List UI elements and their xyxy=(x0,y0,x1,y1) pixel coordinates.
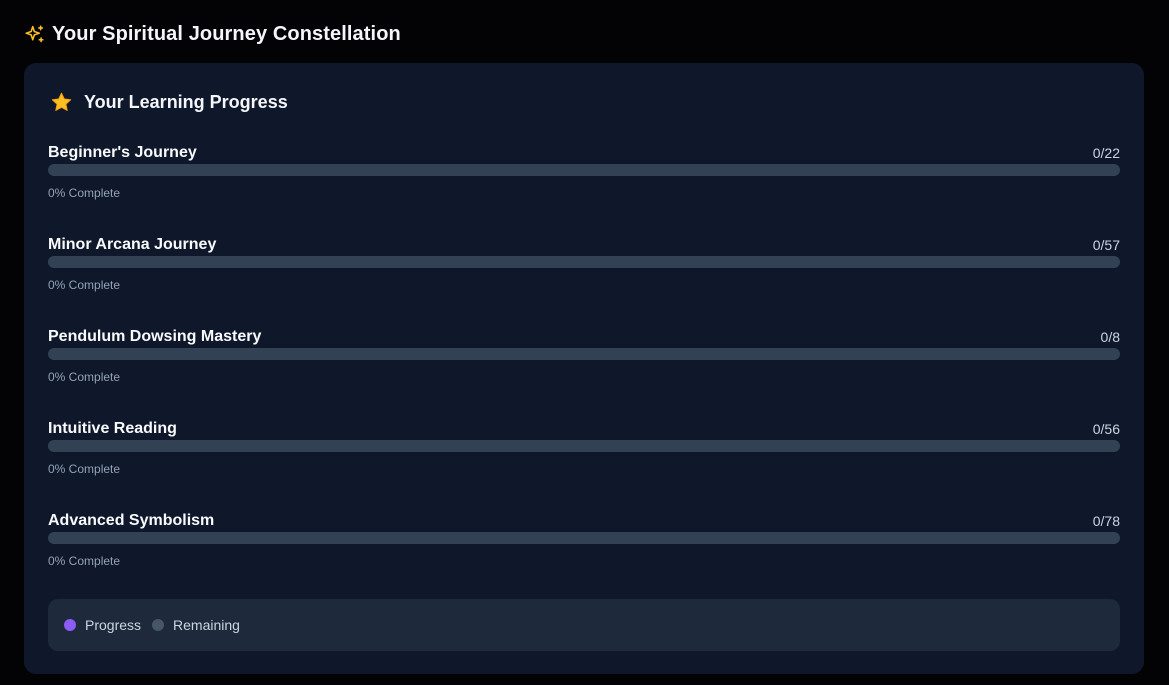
legend-label: Remaining xyxy=(173,617,240,633)
remaining-dot-icon xyxy=(152,619,165,631)
track-minor-arcana-journey: Minor Arcana Journey 0/57 0% Complete xyxy=(48,236,1120,304)
legend-label: Progress xyxy=(85,617,142,633)
track-name: Beginner's Journey xyxy=(48,144,197,161)
progress-dot-icon xyxy=(64,619,76,631)
progress-bar xyxy=(48,348,1120,360)
panel-title: Your Learning Progress xyxy=(84,91,288,112)
track-count: 0/8 xyxy=(1100,329,1120,345)
percent-complete-label: 0% Complete xyxy=(48,186,121,200)
track-count: 0/78 xyxy=(1092,513,1120,529)
page-title: Your Spiritual Journey Constellation xyxy=(52,22,401,45)
track-pendulum-dowsing-mastery: Pendulum Dowsing Mastery 0/8 0% Complete xyxy=(48,328,1120,396)
legend-item-remaining: Remaining xyxy=(152,617,240,633)
legend-item-progress: Progress xyxy=(64,617,141,633)
track-beginners-journey: Beginner's Journey 0/22 0% Complete xyxy=(48,144,1120,212)
track-name: Pendulum Dowsing Mastery xyxy=(48,328,262,345)
sparkle-icon xyxy=(25,24,44,42)
track-name: Intuitive Reading xyxy=(48,420,177,437)
track-count: 0/57 xyxy=(1092,237,1120,253)
track-count: 0/56 xyxy=(1092,421,1120,437)
progress-bar xyxy=(48,164,1120,176)
track-count: 0/22 xyxy=(1092,145,1120,161)
progress-bar xyxy=(48,532,1120,544)
track-name: Advanced Symbolism xyxy=(48,512,215,529)
track-intuitive-reading: Intuitive Reading 0/56 0% Complete xyxy=(48,420,1120,488)
panel-header: Your Learning Progress xyxy=(50,91,288,113)
percent-complete-label: 0% Complete xyxy=(48,370,121,384)
legend: Progress Remaining xyxy=(48,599,1120,651)
percent-complete-label: 0% Complete xyxy=(48,462,121,476)
star-icon xyxy=(51,92,72,111)
progress-bar xyxy=(48,256,1120,268)
track-name: Minor Arcana Journey xyxy=(48,236,217,253)
learning-progress-panel: Your Learning Progress Beginner's Journe… xyxy=(24,63,1144,674)
track-advanced-symbolism: Advanced Symbolism 0/78 0% Complete xyxy=(48,512,1120,580)
percent-complete-label: 0% Complete xyxy=(48,554,121,568)
progress-bar xyxy=(48,440,1120,452)
percent-complete-label: 0% Complete xyxy=(48,278,121,292)
page-header: Your Spiritual Journey Constellation xyxy=(24,21,401,47)
